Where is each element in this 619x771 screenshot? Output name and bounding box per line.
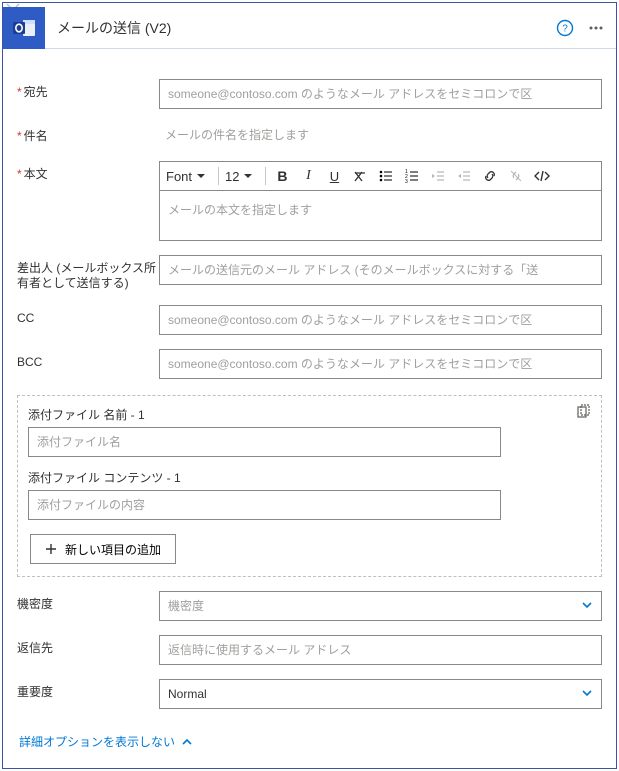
rich-text-toolbar: Font 12 B I U 123 xyxy=(159,161,602,191)
svg-text:3: 3 xyxy=(405,179,408,184)
outlook-icon xyxy=(3,7,45,49)
switch-array-icon[interactable] xyxy=(575,404,591,420)
cc-input[interactable] xyxy=(159,305,602,335)
importance-label: 重要度 xyxy=(17,679,159,700)
sensitivity-select[interactable] xyxy=(159,591,602,621)
underline-icon[interactable]: U xyxy=(324,166,344,186)
italic-icon[interactable]: I xyxy=(298,166,318,186)
importance-select[interactable] xyxy=(159,679,602,709)
to-label: 宛先 xyxy=(17,79,159,100)
number-list-icon[interactable]: 123 xyxy=(402,166,422,186)
bcc-label: BCC xyxy=(17,349,159,370)
svg-text:?: ? xyxy=(562,23,568,34)
help-button[interactable]: ? xyxy=(548,11,582,45)
sensitivity-label: 機密度 xyxy=(17,591,159,612)
body-label: 本文 xyxy=(17,161,159,182)
card-body: 宛先 件名 本文 Font 12 B I U 123 xyxy=(3,49,616,768)
bold-icon[interactable]: B xyxy=(272,166,292,186)
attachments-group: 添付ファイル 名前 - 1 添付ファイル コンテンツ - 1 新しい項目の追加 xyxy=(17,395,602,577)
unlink-icon[interactable] xyxy=(506,166,526,186)
cc-label: CC xyxy=(17,305,159,326)
from-input[interactable] xyxy=(159,255,602,285)
attach-name-label: 添付ファイル 名前 - 1 xyxy=(28,406,591,423)
link-icon[interactable] xyxy=(480,166,500,186)
from-label: 差出人 (メールボックス所有者として送信する) xyxy=(17,255,159,291)
action-card: メールの送信 (V2) ? 宛先 件名 本文 Font 12 B I U xyxy=(2,2,617,769)
outdent-icon[interactable] xyxy=(428,166,448,186)
card-header: メールの送信 (V2) ? xyxy=(3,7,616,49)
body-input[interactable]: メールの本文を指定します xyxy=(159,191,602,241)
chevron-up-icon xyxy=(181,736,193,748)
strike-icon[interactable] xyxy=(350,166,370,186)
attach-content-label: 添付ファイル コンテンツ - 1 xyxy=(28,469,591,486)
bullet-list-icon[interactable] xyxy=(376,166,396,186)
bcc-input[interactable] xyxy=(159,349,602,379)
attach-content-input[interactable] xyxy=(28,490,501,520)
subject-input[interactable] xyxy=(159,123,602,147)
code-view-icon[interactable] xyxy=(532,166,552,186)
subject-label: 件名 xyxy=(17,123,159,144)
add-item-button[interactable]: 新しい項目の追加 xyxy=(30,534,176,564)
card-title: メールの送信 (V2) xyxy=(45,18,548,38)
replyto-input[interactable] xyxy=(159,635,602,665)
font-size-select[interactable]: 12 xyxy=(225,169,259,184)
replyto-label: 返信先 xyxy=(17,635,159,656)
indent-icon[interactable] xyxy=(454,166,474,186)
to-input[interactable] xyxy=(159,79,602,109)
plus-icon xyxy=(45,543,57,555)
hide-advanced-link[interactable]: 詳細オプションを表示しない xyxy=(17,733,195,750)
font-select[interactable]: Font xyxy=(166,169,212,184)
attach-name-input[interactable] xyxy=(28,427,501,457)
more-menu-button[interactable] xyxy=(582,11,616,45)
